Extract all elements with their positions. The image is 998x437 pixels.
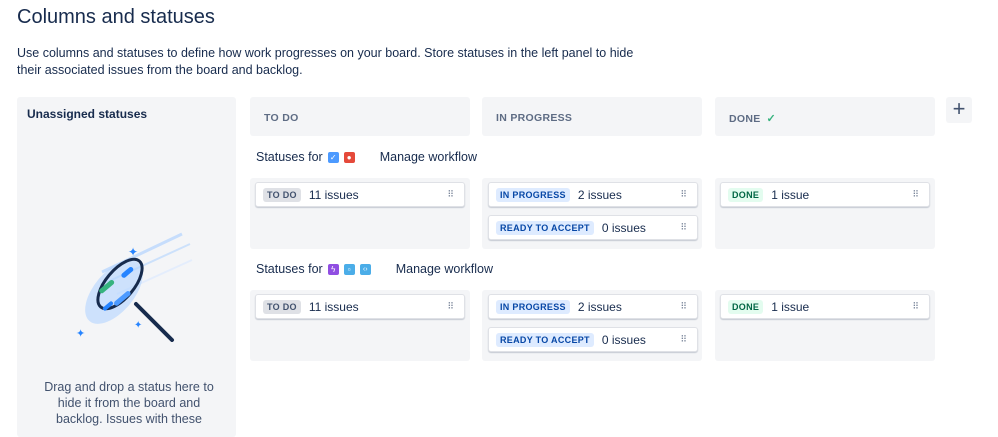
code-type-icon: ‹›	[359, 263, 371, 275]
drag-handle-icon[interactable]: ⠿	[912, 301, 919, 312]
issue-count: 1 issue	[771, 299, 810, 314]
drag-handle-icon[interactable]: ⠿	[912, 189, 919, 200]
column-label-in-progress: IN PROGRESS	[496, 112, 573, 124]
status-card[interactable]: IN PROGRESS 2 issues ⠿	[488, 182, 698, 207]
column-label-done: DONE	[729, 112, 761, 125]
drag-handle-icon[interactable]: ⠿	[680, 301, 687, 312]
epic-type-icon: ϟ	[327, 263, 339, 275]
status-lozenge: READY TO ACCEPT	[496, 220, 594, 235]
subtask-type-icon: ▫	[343, 263, 355, 275]
unassigned-statuses-title: Unassigned statuses	[27, 107, 148, 121]
status-lozenge: IN PROGRESS	[496, 299, 570, 314]
workflow-2-header: Statuses for ϟ ▫ ‹› Manage workflow	[256, 262, 493, 276]
status-card[interactable]: TO DO 11 issues ⠿	[255, 182, 465, 207]
status-lozenge: TO DO	[263, 187, 301, 202]
column-header-todo[interactable]: TO DO	[250, 97, 470, 136]
status-lozenge: READY TO ACCEPT	[496, 332, 594, 347]
unassigned-statuses-panel[interactable]: Unassigned statuses ✦ ✦ ✦ Drag and drop …	[17, 97, 236, 437]
issue-count: 0 issues	[601, 220, 646, 235]
drag-handle-icon[interactable]: ⠿	[447, 301, 454, 312]
status-lozenge: IN PROGRESS	[496, 187, 570, 202]
task-type-icon: ✓	[327, 151, 339, 163]
column-header-done[interactable]: DONE ✓	[715, 97, 935, 136]
status-card[interactable]: READY TO ACCEPT 0 issues ⠿	[488, 327, 698, 352]
manage-workflow-link[interactable]: Manage workflow	[396, 262, 493, 276]
drag-handle-icon[interactable]: ⠿	[447, 189, 454, 200]
status-card[interactable]: READY TO ACCEPT 0 issues ⠿	[488, 215, 698, 240]
badminton-racket-illustration: ✦ ✦ ✦	[76, 232, 193, 342]
svg-text:✦: ✦	[134, 320, 142, 331]
issue-count: 11 issues	[308, 299, 359, 314]
status-lozenge: DONE	[728, 187, 764, 202]
bug-type-icon: ●	[343, 151, 355, 163]
workflow-1-header: Statuses for ✓ ● Manage workflow	[256, 150, 477, 164]
column-label-todo: TO DO	[264, 112, 299, 124]
drag-handle-icon[interactable]: ⠿	[680, 189, 687, 200]
unassigned-hint-text: Drag and drop a status here to hide it f…	[44, 380, 214, 426]
page-title: Columns and statuses	[17, 6, 215, 28]
issue-count: 0 issues	[601, 332, 646, 347]
issue-count: 2 issues	[577, 187, 622, 202]
status-card[interactable]: DONE 1 issue ⠿	[720, 294, 930, 319]
status-card[interactable]: TO DO 11 issues ⠿	[255, 294, 465, 319]
add-column-button[interactable]: +	[946, 97, 972, 123]
svg-text:✦: ✦	[76, 328, 85, 340]
status-card[interactable]: DONE 1 issue ⠿	[720, 182, 930, 207]
issue-count: 1 issue	[771, 187, 810, 202]
issue-count: 11 issues	[308, 187, 359, 202]
drag-handle-icon[interactable]: ⠿	[680, 334, 687, 345]
svg-text:✦: ✦	[128, 245, 138, 259]
drag-handle-icon[interactable]: ⠿	[680, 222, 687, 233]
status-card[interactable]: IN PROGRESS 2 issues ⠿	[488, 294, 698, 319]
page-description: Use columns and statuses to define how w…	[17, 46, 634, 77]
statuses-for-label: Statuses for	[256, 262, 323, 276]
statuses-for-label: Statuses for	[256, 150, 323, 164]
column-header-in-progress[interactable]: IN PROGRESS	[482, 97, 702, 136]
manage-workflow-link[interactable]: Manage workflow	[380, 150, 477, 164]
status-lozenge: TO DO	[263, 299, 301, 314]
issue-count: 2 issues	[577, 299, 622, 314]
status-lozenge: DONE	[728, 299, 764, 314]
check-icon: ✓	[766, 113, 777, 125]
